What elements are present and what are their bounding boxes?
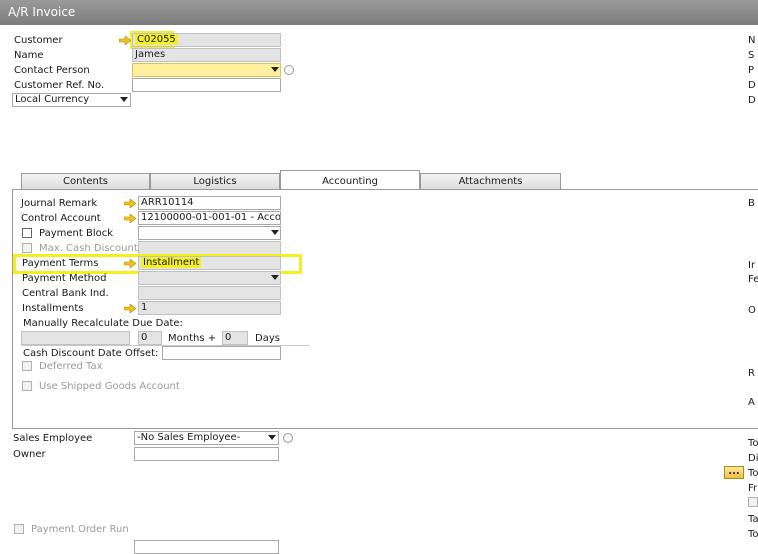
chevron-down-icon[interactable]: [120, 97, 128, 102]
link-arrow-icon[interactable]: [124, 214, 136, 223]
sales-employee-label: Sales Employee: [13, 433, 93, 444]
chevron-down-icon[interactable]: [271, 230, 279, 235]
recalc-date-input[interactable]: [21, 331, 130, 345]
right-label: R: [748, 368, 755, 379]
shipped-goods-label: Use Shipped Goods Account: [39, 381, 180, 392]
more-options-button[interactable]: ...: [724, 466, 744, 479]
customer-ref-input[interactable]: [132, 78, 281, 92]
payment-terms-select[interactable]: Installment: [138, 256, 281, 270]
contact-person-label: Contact Person: [14, 65, 90, 76]
right-label: P: [748, 65, 755, 76]
max-cash-discount-checkbox[interactable]: [22, 243, 32, 253]
payment-block-select[interactable]: [138, 226, 281, 240]
right-label: Ir: [748, 260, 756, 271]
payment-order-run-label: Payment Order Run: [31, 524, 129, 535]
tab-contents[interactable]: Contents: [21, 173, 150, 189]
right-label: N: [748, 35, 756, 46]
right-label: S: [748, 50, 755, 61]
link-arrow-icon[interactable]: [124, 259, 136, 268]
customer-ref-label: Customer Ref. No.: [14, 80, 105, 91]
right-label: A: [748, 397, 755, 408]
right-label: Ta: [748, 514, 758, 525]
right-label: B: [748, 198, 755, 209]
shipped-goods-checkbox[interactable]: [22, 381, 32, 391]
control-account-label: Control Account: [21, 213, 101, 224]
right-label: To: [748, 468, 758, 479]
owner-label: Owner: [13, 449, 46, 460]
control-account-input[interactable]: 12100000-01-001-01 - Accounts: [138, 211, 281, 225]
payment-block-label: Payment Block: [39, 228, 114, 239]
contact-person-select[interactable]: [132, 63, 281, 77]
list-icon[interactable]: [284, 65, 294, 75]
right-label: Fr: [748, 483, 758, 494]
payment-order-run-checkbox[interactable]: [14, 524, 24, 534]
deferred-tax-checkbox[interactable]: [22, 361, 32, 371]
right-checkbox[interactable]: [748, 497, 758, 507]
customer-input[interactable]: C02055: [132, 33, 281, 47]
days-label: Days: [255, 333, 280, 344]
window-titlebar: A/R Invoice: [0, 0, 758, 25]
right-label: D: [748, 95, 756, 106]
cash-discount-offset-label: Cash Discount Date Offset:: [23, 348, 159, 359]
cash-discount-offset-input[interactable]: [162, 346, 281, 360]
recalc-due-date-label: Manually Recalculate Due Date:: [23, 318, 183, 329]
currency-select[interactable]: Local Currency: [12, 93, 131, 107]
chevron-down-icon[interactable]: [268, 435, 276, 440]
max-cash-discount-input[interactable]: [138, 241, 281, 255]
payment-terms-label: Payment Terms: [22, 258, 99, 269]
right-label: Di: [748, 453, 758, 464]
list-icon[interactable]: [283, 433, 293, 443]
name-input[interactable]: James: [132, 48, 281, 62]
months-input[interactable]: 0: [138, 331, 162, 345]
installments-label: Installments: [22, 303, 84, 314]
central-bank-label: Central Bank Ind.: [22, 288, 109, 299]
owner-input[interactable]: [134, 447, 279, 461]
deferred-tax-label: Deferred Tax: [39, 361, 103, 372]
tab-accounting[interactable]: Accounting: [280, 170, 420, 189]
link-arrow-icon[interactable]: [119, 36, 131, 45]
name-label: Name: [14, 50, 44, 61]
central-bank-input[interactable]: [138, 286, 281, 300]
payment-method-select[interactable]: [138, 271, 281, 285]
tab-attachments[interactable]: Attachments: [420, 173, 561, 189]
journal-remark-label: Journal Remark: [21, 198, 98, 209]
tab-logistics[interactable]: Logistics: [150, 173, 280, 189]
journal-remark-input[interactable]: ARR10114: [138, 196, 281, 210]
right-label: Fe: [748, 274, 758, 285]
bottom-input[interactable]: [134, 540, 279, 554]
link-arrow-icon[interactable]: [124, 304, 136, 313]
chevron-down-icon[interactable]: [271, 67, 279, 72]
months-label: Months +: [168, 333, 217, 344]
chevron-down-icon[interactable]: [271, 275, 279, 280]
days-input[interactable]: 0: [222, 331, 248, 345]
right-label: O: [748, 305, 756, 316]
sales-employee-select[interactable]: -No Sales Employee-: [134, 431, 279, 445]
customer-label: Customer: [14, 35, 63, 46]
payment-method-label: Payment Method: [22, 273, 107, 284]
link-arrow-icon[interactable]: [124, 199, 136, 208]
installments-input[interactable]: 1: [138, 301, 281, 315]
right-label: D: [748, 80, 756, 91]
right-label: To: [748, 529, 758, 540]
window-title: A/R Invoice: [8, 5, 76, 19]
payment-block-checkbox[interactable]: [22, 228, 32, 238]
right-label: To: [748, 438, 758, 449]
